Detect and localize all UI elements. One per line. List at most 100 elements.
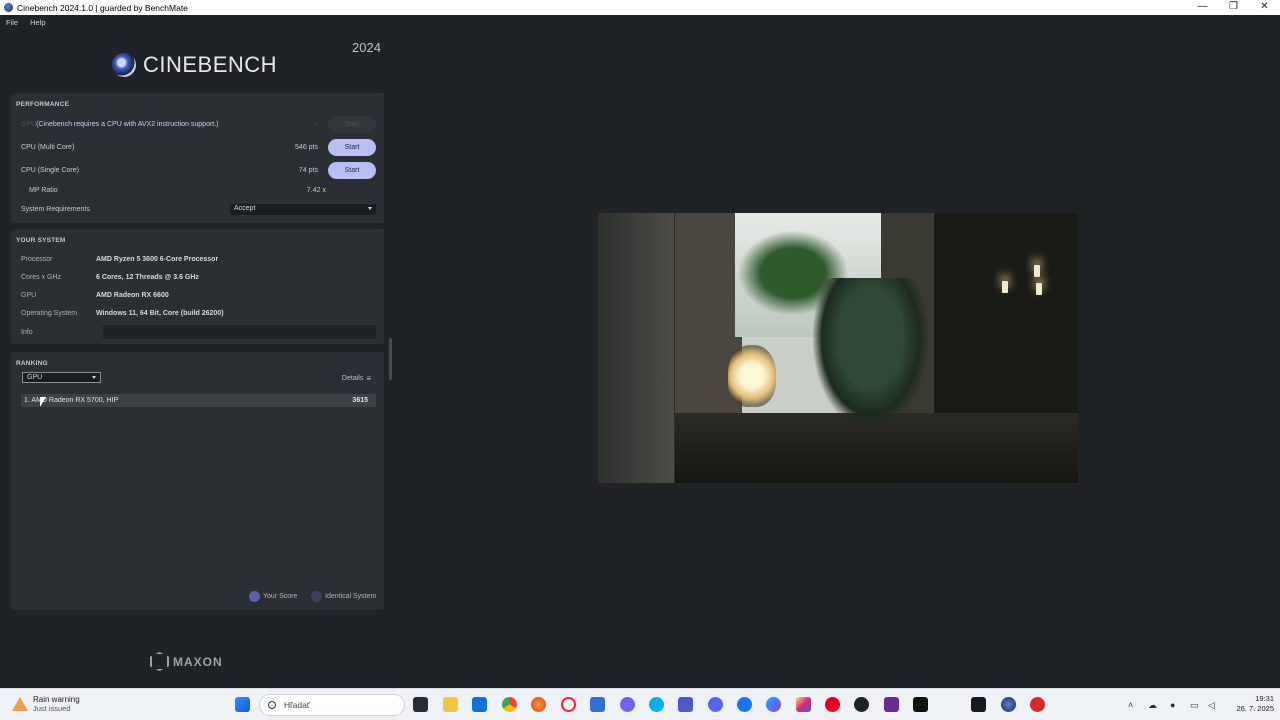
ranking-entry-name: 1. AMD Radeon RX 5700, HIP (24, 397, 119, 404)
system-requirements-dropdown[interactable]: Accept (230, 204, 376, 215)
menu-help[interactable]: Help (30, 18, 45, 27)
gpu-row: GPU (Cinebench requires a CPU with AVX2 … (21, 115, 376, 133)
outlook-icon[interactable] (472, 697, 487, 712)
mouse-cursor-icon (40, 397, 46, 407)
warning-icon (12, 697, 28, 711)
task-view-icon[interactable] (413, 697, 428, 712)
pinterest-icon[interactable] (825, 697, 840, 712)
clock-date: 26. 7. 2025 (1236, 704, 1274, 713)
render-candle (1034, 265, 1040, 277)
your-system-title: YOUR SYSTEM (16, 237, 66, 244)
file-explorer-icon[interactable] (443, 697, 458, 712)
info-field[interactable] (103, 325, 376, 339)
maxon-logo-icon (150, 652, 169, 671)
info-label: Info (21, 328, 33, 336)
gpu-note: (Cinebench requires a CPU with AVX2 inst… (36, 120, 219, 128)
render-wall (598, 213, 674, 483)
multi-core-score: 546 pts (295, 143, 318, 151)
red-app-icon[interactable] (1030, 697, 1045, 712)
render-chair (813, 278, 928, 428)
network-icon[interactable]: ▭ (1190, 700, 1199, 711)
window-controls: — ❐ ✕ (1187, 0, 1280, 15)
mp-ratio-value: 7.42 x (306, 186, 326, 194)
menu-bar: File Help (0, 15, 1280, 30)
chrome-icon[interactable] (502, 697, 517, 712)
mp-ratio-row: MP Ratio 7.42 x (21, 182, 376, 198)
microphone-icon[interactable]: ● (1170, 700, 1175, 710)
system-label: Cores x GHz (21, 273, 62, 281)
system-requirements-value: Accept (234, 205, 256, 212)
clock[interactable]: 19:31 26. 7. 2025 (1236, 694, 1274, 714)
chevron-up-icon[interactable]: ˄ (1128, 700, 1133, 710)
system-value: Windows 11, 64 Bit, Core (build 26200) (96, 309, 224, 317)
details-button[interactable]: Details ≡ (342, 374, 371, 383)
gpu-start-button[interactable]: Start (328, 115, 376, 133)
single-core-label: CPU (Single Core) (21, 166, 79, 174)
system-row-os: Operating System Windows 11, 64 Bit, Cor… (21, 306, 376, 320)
window-title: Cinebench 2024.1.0 | guarded by BenchMat… (17, 2, 188, 13)
messenger-icon[interactable] (766, 697, 781, 712)
facebook-icon[interactable] (737, 697, 752, 712)
terminal-icon[interactable] (913, 697, 928, 712)
system-row-info: Info (21, 325, 376, 339)
cinebench-logo-icon (112, 53, 136, 77)
system-requirements-row: System Requirements Accept (21, 201, 376, 217)
taskbar-search[interactable]: Hľadať (259, 694, 405, 716)
system-requirements-label: System Requirements (21, 205, 90, 213)
ranking-title: RANKING (16, 360, 48, 367)
opera-icon[interactable] (561, 697, 576, 712)
system-label: Processor (21, 255, 53, 263)
legend-identical-system: Identical System (311, 591, 376, 602)
gpu-label: GPU (21, 120, 37, 128)
identical-system-dot-icon (311, 591, 322, 602)
ranking-entry-score: 3615 (352, 397, 368, 404)
instagram-icon[interactable] (796, 697, 811, 712)
system-row-cores: Cores x GHz 6 Cores, 12 Threads @ 3.6 GH… (21, 270, 376, 284)
firefox-icon[interactable] (531, 697, 546, 712)
maxon-logo: MAXON (150, 652, 223, 671)
close-button[interactable]: ✕ (1249, 0, 1280, 15)
chevron-down-icon (92, 376, 96, 379)
render-preview-image (598, 213, 1078, 483)
multi-core-label: CPU (Multi Core) (21, 143, 75, 151)
system-value: AMD Ryzen 5 3600 6-Core Processor (96, 255, 219, 263)
single-core-start-button[interactable]: Start (328, 161, 376, 179)
weather-title: Rain warning (33, 695, 80, 704)
ranking-row[interactable]: 1. AMD Radeon RX 5700, HIP 3615 (21, 394, 376, 407)
obs-icon[interactable] (854, 697, 869, 712)
cloud-icon[interactable]: ☁ (1148, 700, 1157, 711)
maximize-button[interactable]: ❐ (1218, 0, 1249, 15)
menu-file[interactable]: File (6, 18, 18, 27)
system-row-gpu: GPU AMD Radeon RX 6600 (21, 288, 376, 302)
system-value: AMD Radeon RX 6600 (96, 291, 169, 299)
store-icon[interactable] (590, 697, 605, 712)
panel-scrollbar[interactable] (389, 338, 392, 380)
discord-icon[interactable] (708, 697, 723, 712)
weather-subtitle: Just issued (33, 704, 71, 713)
your-system-panel: YOUR SYSTEM Processor AMD Ryzen 5 3600 6… (11, 229, 384, 344)
windows-start-icon[interactable] (235, 697, 250, 712)
single-core-row: CPU (Single Core) 74 pts Start (21, 161, 376, 179)
clock-time: 19:31 (1255, 694, 1274, 703)
benchmate-icon[interactable] (971, 697, 986, 712)
weather-widget[interactable]: Rain warning Just issued (12, 695, 80, 713)
cinebench-taskbar-icon[interactable] (1001, 697, 1016, 712)
system-row-processor: Processor AMD Ryzen 5 3600 6-Core Proces… (21, 252, 376, 266)
render-lamp (728, 345, 776, 407)
brand-year: 2024 (352, 40, 381, 55)
details-label: Details (341, 375, 364, 382)
system-value: 6 Cores, 12 Threads @ 3.6 GHz (96, 273, 199, 281)
system-label: Operating System (21, 309, 78, 317)
ranking-filter-dropdown[interactable]: GPU (22, 372, 101, 383)
teams-icon[interactable] (678, 697, 693, 712)
volume-icon[interactable]: ◁ (1208, 700, 1215, 711)
viber-icon[interactable] (620, 697, 635, 712)
mp-ratio-label: MP Ratio (29, 186, 58, 194)
chevron-down-icon (368, 207, 372, 210)
legend-your-score-label: Your Score (263, 593, 298, 600)
multi-core-start-button[interactable]: Start (328, 138, 376, 156)
video-editor-icon[interactable] (884, 697, 899, 712)
minimize-button[interactable]: — (1187, 0, 1218, 15)
skype-icon[interactable] (649, 697, 664, 712)
legend-identical-label: Identical System (325, 593, 377, 600)
